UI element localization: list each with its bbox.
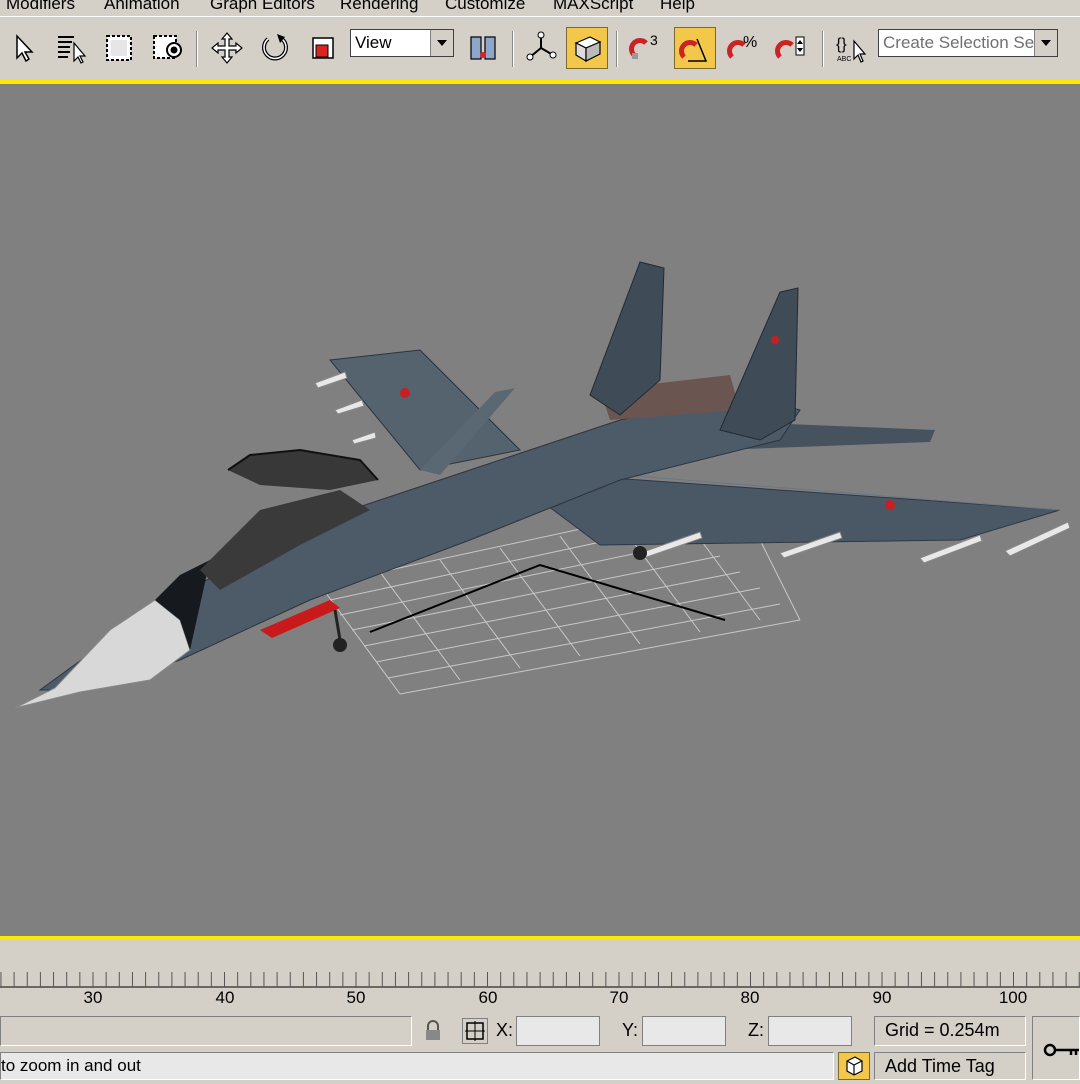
timeline-tick-label: 90: [872, 988, 892, 1007]
timeline-ruler: [0, 972, 1080, 988]
menu-graph-editors[interactable]: Graph Editors: [210, 0, 315, 14]
timeline-tick-label: 100: [998, 988, 1028, 1007]
rect-selection-icon: [106, 35, 132, 61]
menu-customize[interactable]: Customize: [445, 0, 525, 14]
manipulate-icon: [526, 31, 557, 61]
perspective-viewport[interactable]: [0, 84, 1080, 936]
main-toolbar: View 3 % {} ABC Create Selection Set: [0, 16, 1080, 79]
time-config-button[interactable]: [838, 1052, 870, 1080]
status-bar: X: Y: Z: Grid = 0.254m to zoom in and ou…: [0, 1010, 1080, 1080]
x-coordinate-label: X:: [496, 1020, 514, 1040]
menu-animation[interactable]: Animation: [104, 0, 180, 14]
menu-bar: Modifiers Animation Graph Editors Render…: [0, 0, 1080, 16]
edit-named-selection-button[interactable]: {} ABC: [830, 27, 872, 69]
prompt-text: to zoom in and out: [1, 1056, 141, 1075]
select-by-name-icon: [58, 36, 87, 64]
snaps-toggle-button[interactable]: 3: [624, 27, 666, 69]
select-by-name-button[interactable]: [50, 27, 92, 69]
timeline-tick-label: 80: [740, 988, 760, 1007]
track-bar[interactable]: 30 40 50 60 70 80 90 100: [0, 942, 1080, 1010]
x-coordinate-field[interactable]: [516, 1016, 600, 1046]
named-selection-icon: {} ABC: [836, 36, 867, 63]
menu-maxscript[interactable]: MAXScript: [553, 0, 633, 14]
transform-mode-icon: [465, 1021, 485, 1041]
toolbar-separator: [196, 31, 198, 67]
time-config-cube-icon: [846, 1056, 863, 1076]
reference-coordinate-dropdown[interactable]: View: [350, 29, 454, 57]
viewport-active-border-bottom: [0, 936, 1080, 940]
timeline-tick-label: 30: [83, 988, 103, 1007]
spinner-snap-toggle-button[interactable]: [770, 27, 812, 69]
svg-text:{}: {}: [836, 36, 847, 53]
set-key-panel[interactable]: [1032, 1016, 1080, 1080]
scale-icon: [312, 37, 334, 59]
add-time-tag-label: Add Time Tag: [885, 1056, 995, 1076]
grid-size-display: Grid = 0.254m: [874, 1016, 1026, 1046]
aircraft-model-render: [14, 261, 1071, 709]
chevron-down-icon: [430, 30, 453, 56]
y-coordinate-label: Y:: [622, 1020, 639, 1040]
add-time-tag-field[interactable]: Add Time Tag: [874, 1052, 1026, 1080]
timeline-tick-label: 50: [346, 988, 366, 1007]
y-coordinate-field[interactable]: [642, 1016, 726, 1046]
timeline-tick-label: 70: [609, 988, 629, 1007]
select-and-scale-button[interactable]: [302, 27, 344, 69]
selection-status-field: [0, 1016, 412, 1046]
svg-text:%: %: [743, 34, 757, 51]
select-and-move-button[interactable]: [206, 27, 248, 69]
percent-snap-toggle-button[interactable]: %: [722, 27, 764, 69]
named-selection-sets-dropdown[interactable]: Create Selection Set: [878, 29, 1058, 57]
select-and-manipulate-button[interactable]: [520, 27, 562, 69]
keyboard-shortcut-override-button[interactable]: [566, 27, 608, 69]
spinner-snap-icon: [775, 36, 805, 59]
key-icon: [1043, 1043, 1079, 1057]
snap-count: 3: [650, 32, 658, 48]
selection-set-placeholder: Create Selection Set: [883, 33, 1039, 52]
absolute-relative-toggle[interactable]: [462, 1018, 488, 1044]
grid-size-text: Grid = 0.254m: [885, 1020, 1000, 1040]
move-icon: [211, 32, 243, 64]
angle-snap-icon: [679, 38, 708, 62]
timeline-tick-label: 40: [215, 988, 235, 1007]
z-coordinate-label: Z:: [748, 1020, 764, 1040]
menu-rendering[interactable]: Rendering: [340, 0, 418, 14]
percent-snap-icon: %: [727, 34, 757, 59]
rotate-icon: [262, 34, 288, 61]
keyboard-shortcut-icon: [574, 36, 602, 63]
pivot-center-button[interactable]: [462, 27, 504, 69]
select-and-rotate-button[interactable]: [254, 27, 296, 69]
svg-text:ABC: ABC: [837, 56, 851, 63]
angle-snap-toggle-button[interactable]: [674, 27, 716, 69]
prompt-line: to zoom in and out: [0, 1052, 834, 1080]
toolbar-separator: [822, 31, 824, 67]
rectangular-selection-button[interactable]: [98, 27, 140, 69]
selection-lock-icon[interactable]: [424, 1020, 442, 1042]
reference-coordinate-value: View: [355, 33, 392, 52]
menu-modifiers[interactable]: Modifiers: [6, 0, 75, 14]
chevron-down-icon: [1034, 30, 1057, 56]
menu-help[interactable]: Help: [660, 0, 695, 14]
toolbar-separator: [616, 31, 618, 67]
z-coordinate-field[interactable]: [768, 1016, 852, 1046]
window-crossing-icon: [153, 35, 182, 59]
timeline-tick-label: 60: [478, 988, 498, 1007]
toolbar-separator: [512, 31, 514, 67]
window-crossing-button[interactable]: [146, 27, 188, 69]
pivot-center-icon: [470, 36, 496, 60]
arrow-cursor-icon: [16, 34, 34, 63]
select-object-button[interactable]: [2, 27, 44, 69]
snap-magnet-icon: 3: [629, 32, 658, 59]
